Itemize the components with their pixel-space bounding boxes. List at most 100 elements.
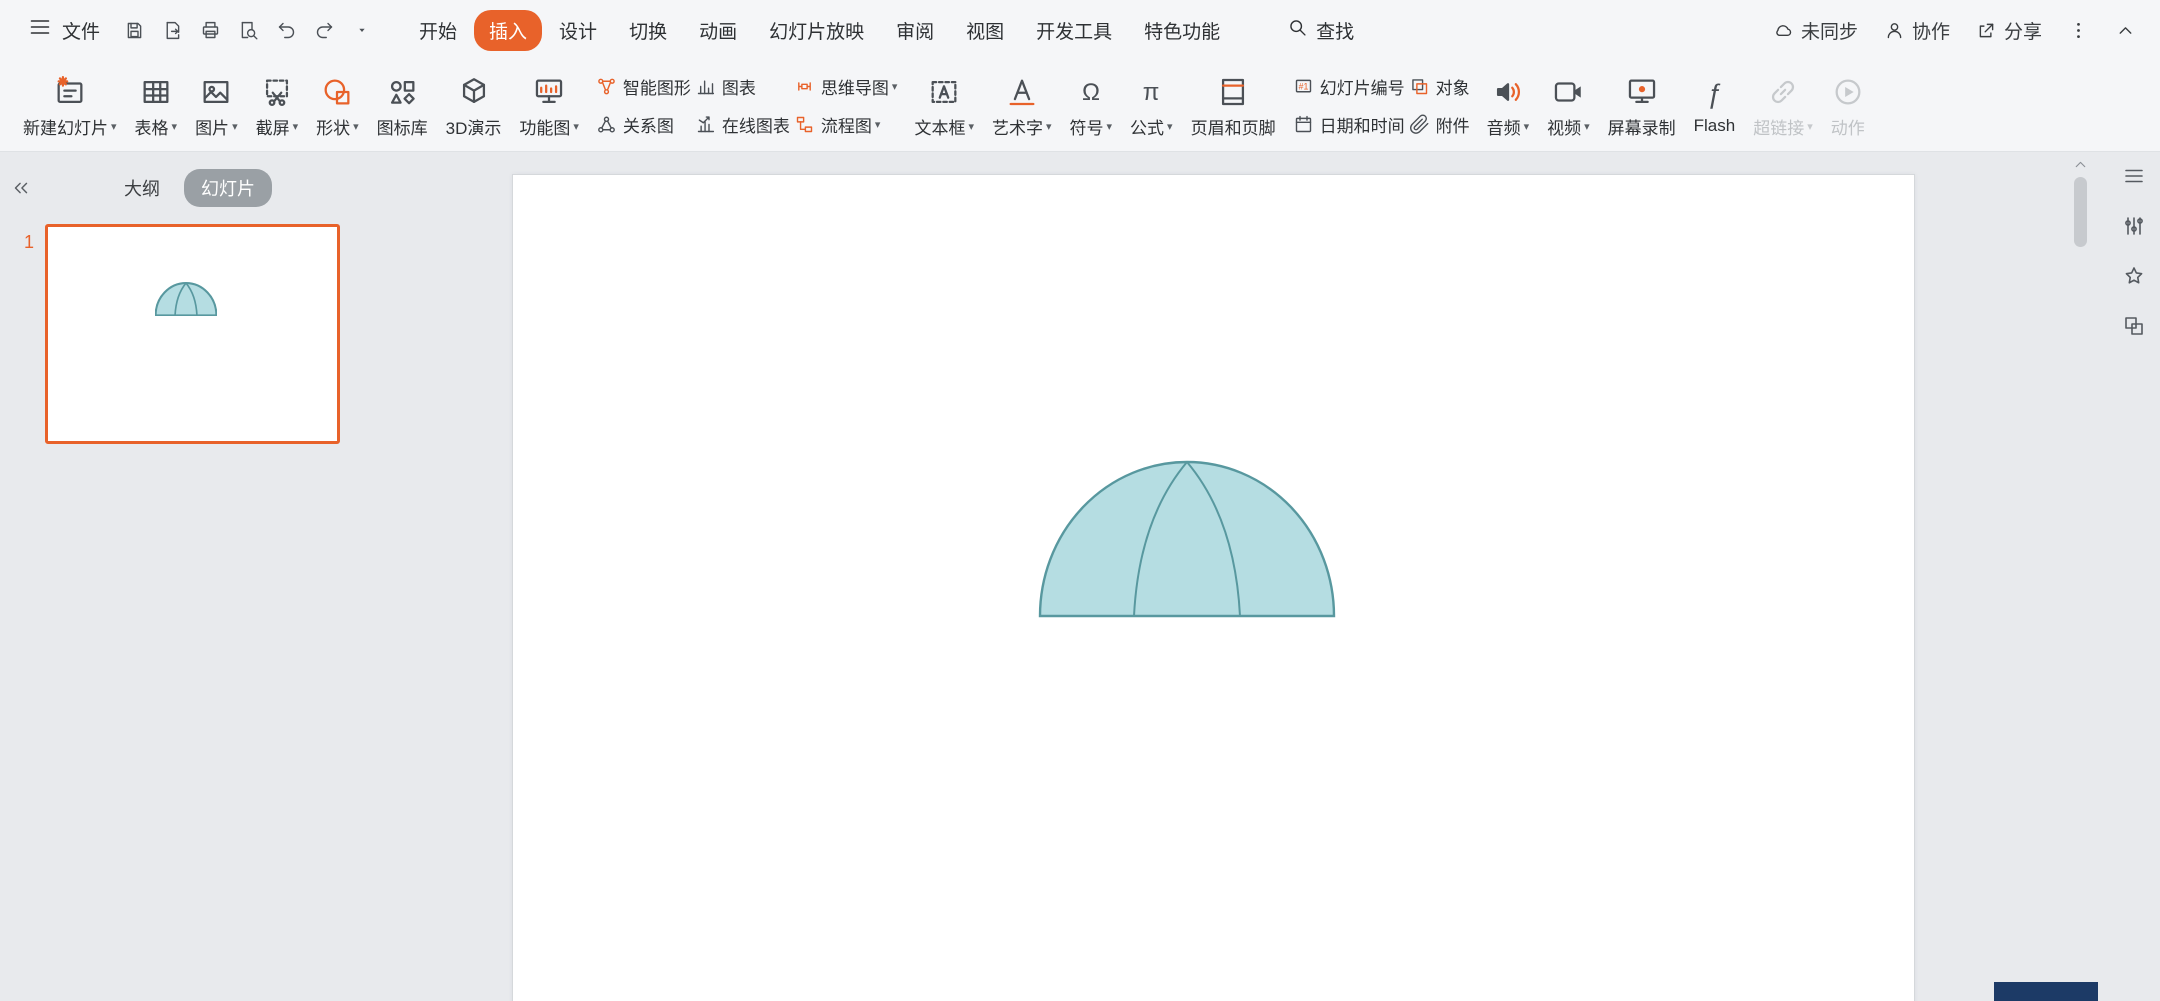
collaborate-button[interactable]: 协作 (1874, 17, 1960, 44)
ribbon-header-footer-button[interactable]: 页眉和页脚 (1182, 60, 1285, 151)
ribbon-symbol-button[interactable]: Ω符号▾ (1061, 60, 1122, 151)
headerfooter-icon (1216, 73, 1250, 111)
collapse-ribbon-button[interactable] (2105, 20, 2146, 41)
ribbon-wordart-button[interactable]: 艺术字▾ (983, 60, 1061, 151)
flowchart-icon (794, 114, 815, 135)
svg-text:π: π (1143, 78, 1160, 105)
ribbon-label: 新建幻灯片▾ (23, 114, 117, 139)
action-icon (1831, 73, 1865, 111)
save-button[interactable] (116, 12, 152, 48)
svg-text:Ω: Ω (1082, 78, 1100, 105)
menu-tab-review[interactable]: 审阅 (881, 10, 949, 51)
ribbon-picture-button[interactable]: 图片▾ (186, 60, 247, 151)
share-button[interactable]: 分享 (1966, 17, 2052, 44)
slide-thumbnail[interactable] (45, 224, 340, 444)
person-icon (1884, 20, 1905, 41)
ribbon-slide-number-button[interactable]: #1幻灯片编号 (1293, 74, 1405, 99)
scrollbar-thumb[interactable] (2074, 177, 2087, 247)
picture-icon (199, 73, 233, 111)
ribbon-stack-group: 智能图形关系图图表在线图表 思维导图▾ 流程图▾ (588, 60, 906, 151)
tab-outline[interactable]: 大纲 (124, 175, 160, 201)
ribbon-mindmap-button[interactable]: 思维导图▾ (794, 74, 898, 99)
ribbon-attachment-button[interactable]: 附件 (1409, 112, 1470, 137)
ribbon-screenshot-button[interactable]: 截屏▾ (247, 60, 308, 151)
redo-button[interactable] (306, 12, 342, 48)
ribbon-stack-group: #1幻灯片编号日期和时间 对象附件 (1285, 60, 1478, 151)
dotsv-icon (2068, 20, 2089, 41)
panel-favorites-button[interactable] (2122, 264, 2146, 288)
tab-slides[interactable]: 幻灯片 (184, 169, 272, 207)
ribbon-label: 3D演示 (446, 114, 502, 139)
ribbon-flash-button[interactable]: ƒFlash (1685, 60, 1745, 151)
print-preview-button[interactable] (230, 12, 266, 48)
symbol-icon: Ω (1074, 73, 1108, 111)
slide-canvas[interactable] (512, 174, 1915, 1001)
ribbon-video-button[interactable]: 视频▾ (1538, 60, 1599, 151)
ribbon-flowchart-button[interactable]: 流程图▾ (794, 112, 898, 137)
panel-list-button[interactable] (2122, 164, 2146, 188)
menu-tab-animation[interactable]: 动画 (684, 10, 752, 51)
ribbon-label: 截屏▾ (256, 114, 299, 139)
menu-tab-developer[interactable]: 开发工具 (1021, 10, 1127, 51)
ribbon-label: 图标库 (377, 114, 428, 139)
screenrec-icon (1625, 73, 1659, 111)
ribbon-screen-record-button[interactable]: 屏幕录制 (1599, 60, 1685, 151)
ribbon-label: 思维导图▾ (821, 74, 898, 99)
ribbon-function-diagram-button[interactable]: 功能图▾ (510, 60, 588, 151)
menu-tab-view[interactable]: 视图 (951, 10, 1019, 51)
funcgraph-icon (532, 73, 566, 111)
menu-tab-home[interactable]: 开始 (404, 10, 472, 51)
undo-button[interactable] (268, 12, 304, 48)
menu-tab-features[interactable]: 特色功能 (1129, 10, 1235, 51)
ribbon-3d-presentation-button[interactable]: 3D演示 (437, 60, 511, 151)
chevron-down-icon: ▾ (573, 120, 579, 133)
threed-icon (457, 73, 491, 111)
chevup-icon (2115, 20, 2136, 41)
menu-tab-transition[interactable]: 切换 (614, 10, 682, 51)
ribbon-label: 附件 (1436, 112, 1470, 137)
ribbon-label: 公式▾ (1130, 114, 1173, 139)
ribbon-smart-graphics-button[interactable]: 智能图形 (596, 74, 691, 99)
ribbon-stack-column: 智能图形关系图 (596, 74, 691, 137)
menu-tab-design[interactable]: 设计 (544, 10, 612, 51)
menu-tab-slideshow[interactable]: 幻灯片放映 (754, 10, 879, 51)
ribbon-textbox-button[interactable]: 文本框▾ (905, 60, 983, 151)
file-menu-button[interactable]: 文件 (28, 15, 100, 45)
chevron-down-icon: ▾ (293, 120, 299, 133)
export-button[interactable] (154, 12, 190, 48)
ribbon-object-button[interactable]: 对象 (1409, 74, 1470, 99)
ribbon-table-button[interactable]: 表格▾ (126, 60, 187, 151)
search-button[interactable]: 查找 (1287, 17, 1354, 44)
chevron-down-icon: ▾ (1167, 120, 1173, 133)
scroll-up-button[interactable] (2072, 156, 2089, 173)
ribbon-label: 智能图形 (623, 74, 691, 99)
ribbon-relationship-diagram-button[interactable]: 关系图 (596, 112, 691, 137)
sync-status-button[interactable]: 未同步 (1763, 17, 1868, 44)
chevron-down-icon: ▾ (1107, 120, 1113, 133)
ribbon-label: 视频▾ (1547, 114, 1590, 139)
ribbon-new-slide-button[interactable]: 新建幻灯片▾ (14, 60, 126, 151)
panel-settings-button[interactable] (2122, 214, 2146, 238)
ribbon-hyperlink-button: 超链接▾ (1744, 60, 1822, 151)
ribbon-audio-button[interactable]: 音频▾ (1478, 60, 1539, 151)
panel-objects-button[interactable] (2122, 314, 2146, 338)
ribbon-icon-library-button[interactable]: 图标库 (368, 60, 437, 151)
ribbon-online-chart-button[interactable]: 在线图表 (695, 112, 790, 137)
ribbon-formula-button[interactable]: π 公式▾ (1121, 60, 1182, 151)
collaborate-label: 协作 (1912, 17, 1950, 44)
more-menu-button[interactable] (2058, 20, 2099, 41)
ribbon-date-time-button[interactable]: 日期和时间 (1293, 112, 1405, 137)
ribbon-label: 对象 (1436, 74, 1470, 99)
chevron-down-icon: ▾ (111, 120, 117, 133)
star-icon (2122, 264, 2146, 288)
collapse-panel-button[interactable] (10, 177, 32, 199)
ribbon-shapes-button[interactable]: 形状▾ (307, 60, 368, 151)
attach-icon (1409, 114, 1430, 135)
railshapes-icon (2122, 314, 2146, 338)
ribbon-chart-button[interactable]: 图表 (695, 74, 790, 99)
dome-shape[interactable] (1037, 457, 1337, 619)
svg-text:#1: #1 (1298, 82, 1308, 92)
quickbar-more-button[interactable] (344, 12, 380, 48)
menu-tab-insert[interactable]: 插入 (474, 10, 542, 51)
print-button[interactable] (192, 12, 228, 48)
